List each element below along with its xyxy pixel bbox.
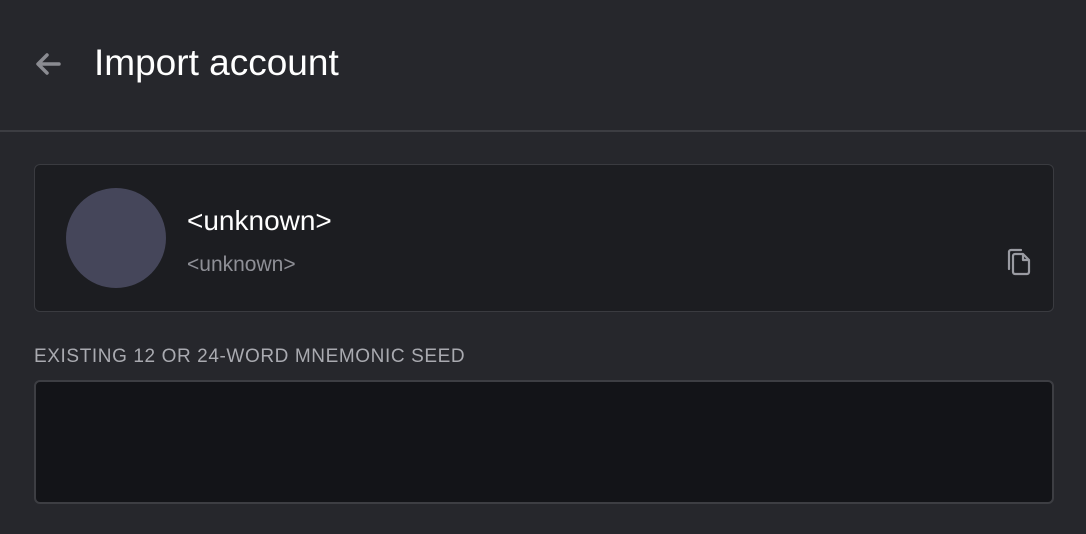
account-name: <unknown> [187,205,332,236]
copy-icon [1007,248,1031,276]
seed-label: EXISTING 12 OR 24-WORD MNEMONIC SEED [34,346,466,367]
account-card: <unknown> <unknown> [34,164,1054,312]
copy-address-button[interactable] [1001,245,1035,279]
account-address: <unknown> [187,253,296,276]
page-title: Import account [94,42,339,83]
avatar [66,188,166,288]
back-button[interactable] [28,44,68,84]
arrow-left-icon [36,53,61,75]
seed-input[interactable] [34,380,1054,504]
header: Import account [0,0,1086,132]
